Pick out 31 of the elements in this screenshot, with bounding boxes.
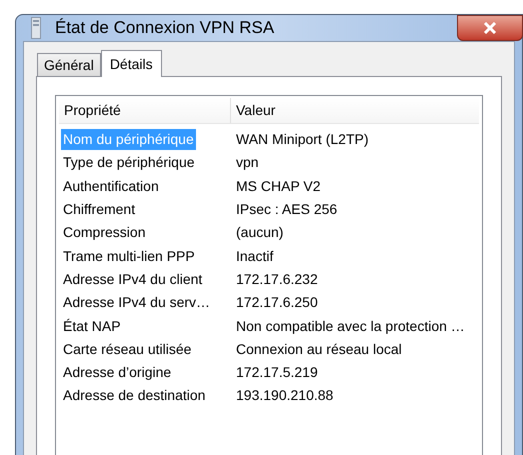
tab[interactable]: Général	[37, 53, 101, 76]
property-cell[interactable]: État NAP	[61, 316, 123, 337]
property-cell[interactable]: Compression	[61, 222, 148, 244]
value-cell-text: IPsec : AES 256	[235, 200, 338, 220]
value-cell-text: Non compatible avec la protection …	[235, 316, 466, 336]
value-cell-text: 172.17.6.250	[235, 293, 319, 312]
value-cell-text: 172.17.5.219	[235, 363, 319, 382]
close-button[interactable]	[457, 15, 523, 41]
close-icon	[483, 22, 497, 34]
value-cell-text: 172.17.6.232	[235, 270, 319, 289]
value-cell-text: Connexion au réseau local	[235, 340, 403, 359]
property-cell[interactable]: Carte réseau utilisée	[61, 338, 194, 360]
property-cell[interactable]: Authentification	[61, 176, 161, 197]
tab[interactable]: Détails	[100, 50, 162, 77]
value-cell-text: 193.190.210.88	[235, 386, 334, 406]
value-cell-text: vpn	[235, 153, 260, 172]
value-cell-text: (aucun)	[235, 223, 284, 242]
property-cell[interactable]: Adresse de destination	[61, 385, 208, 406]
property-cell[interactable]: Chiffrement	[61, 199, 138, 220]
property-cell[interactable]: Adresse d’origine	[61, 362, 174, 384]
column-header[interactable]: Propriété	[59, 98, 231, 123]
property-cell[interactable]: Trame multi-lien PPP	[61, 246, 197, 267]
value-cell-text: Inactif	[235, 246, 274, 266]
window-title: État de Connexion VPN RSA	[55, 17, 274, 40]
column-header[interactable]: Valeur	[231, 98, 479, 123]
property-cell[interactable]: Adresse IPv4 du serv…	[61, 292, 212, 314]
property-cell[interactable]: Adresse IPv4 du client	[61, 268, 204, 290]
property-cell[interactable]: Type de périphérique	[61, 152, 197, 174]
value-cell-text: WAN Miniport (L2TP)	[235, 130, 370, 150]
window-icon	[31, 17, 41, 39]
value-cell-text: MS CHAP V2	[235, 176, 322, 196]
